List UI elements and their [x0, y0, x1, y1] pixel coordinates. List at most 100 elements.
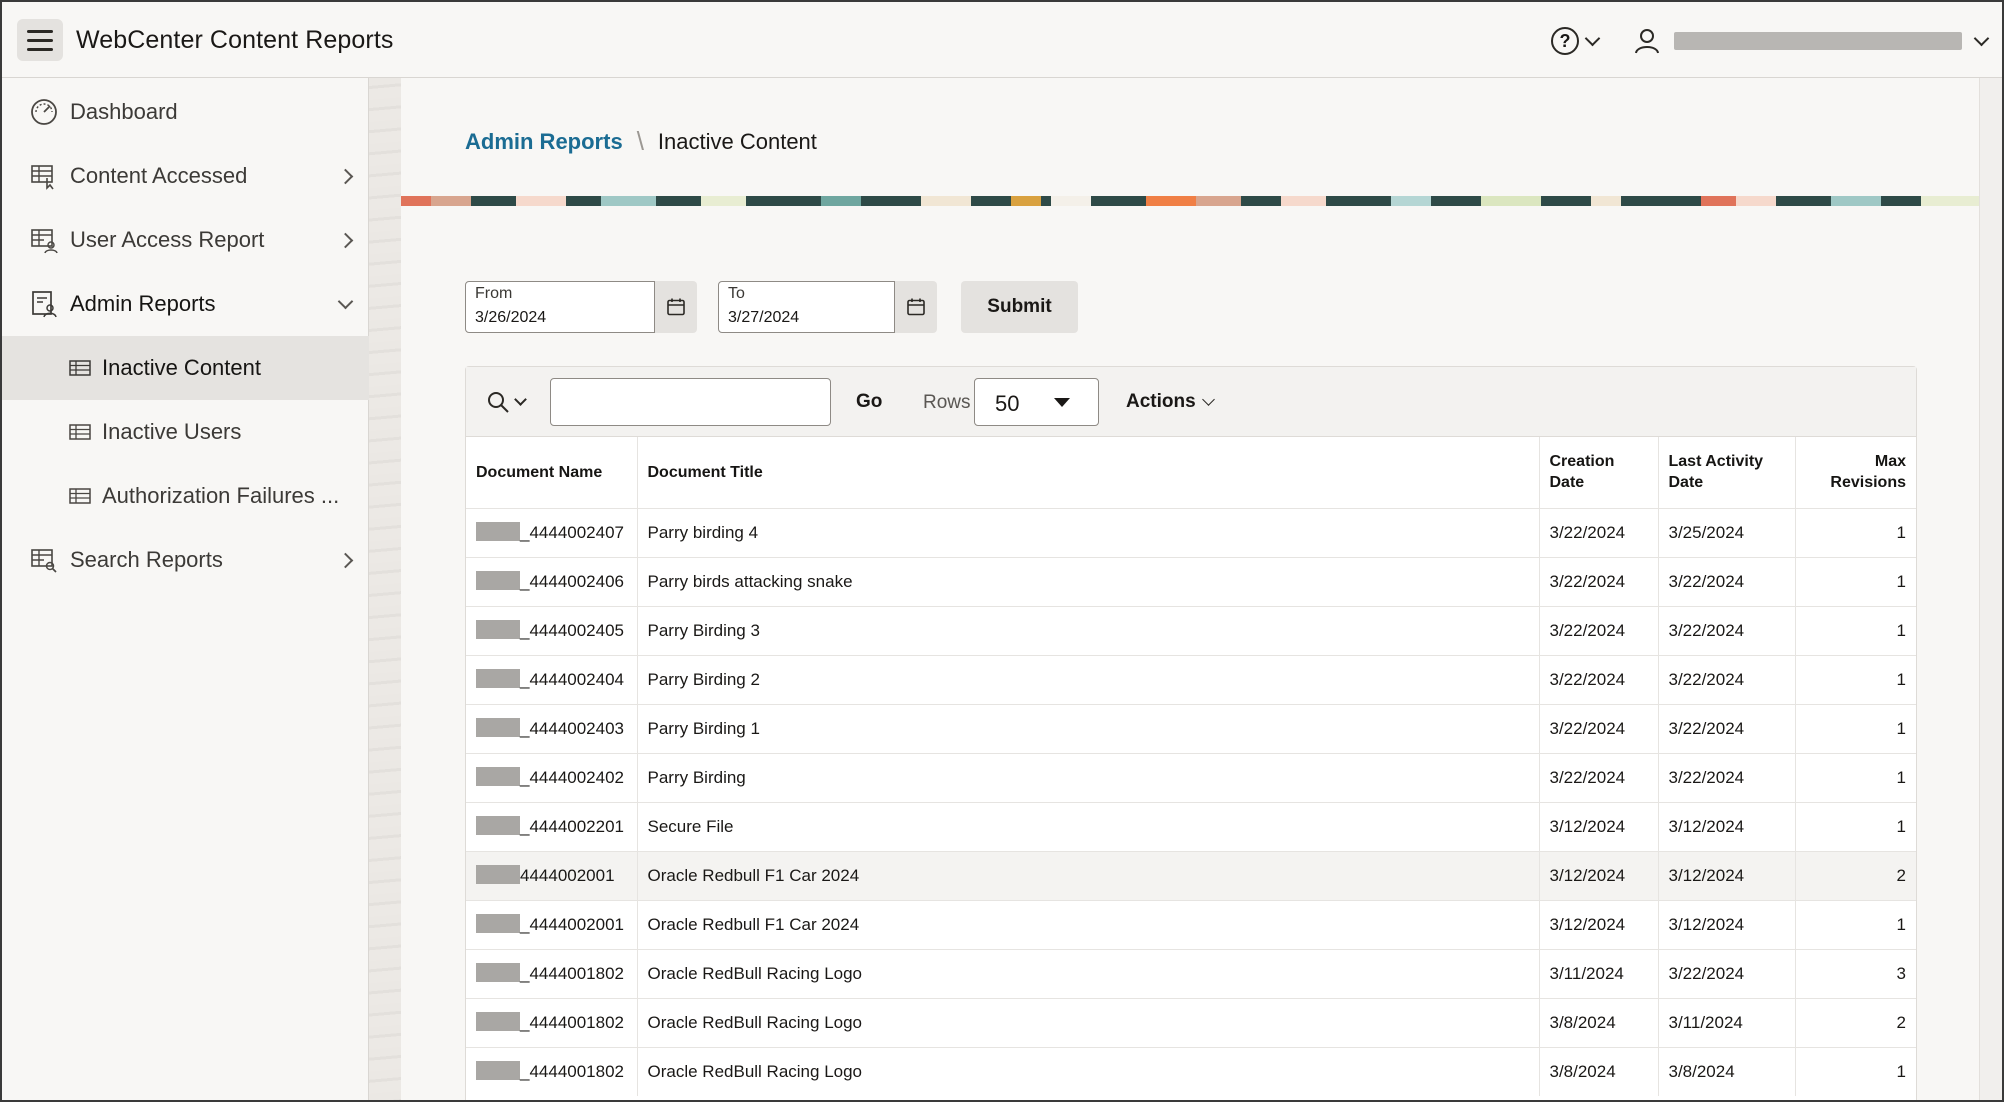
chevron-down-icon: [514, 392, 527, 406]
sidebar-item-inactive-users[interactable]: Inactive Users: [2, 400, 369, 464]
from-date-input[interactable]: From 3/26/2024: [465, 281, 655, 333]
table-row[interactable]: 4444002001 Oracle Redbull F1 Car 2024 3/12…: [466, 850, 1916, 900]
column-header-max-revisions[interactable]: Max Revisions: [1795, 437, 1916, 509]
document-name-text: _4444002405: [520, 621, 625, 640]
sidebar-item-dashboard[interactable]: Dashboard: [2, 80, 369, 144]
page-scrollbar[interactable]: [1979, 78, 2002, 1100]
menu-toggle-button[interactable]: [17, 19, 63, 61]
document-title-cell: Secure File: [637, 801, 1540, 851]
last-activity-date-cell: 3/22/2024: [1658, 948, 1796, 998]
table-row[interactable]: _4444001802 Oracle RedBull Racing Logo 3/1…: [466, 948, 1916, 998]
redacted-prefix: [476, 1012, 520, 1031]
table-row[interactable]: _4444002201 Secure File 3/12/2024 3/12/2024…: [466, 801, 1916, 851]
redacted-prefix: [476, 767, 520, 786]
rows-per-page-value: 50: [995, 391, 1020, 416]
column-header-creation-date[interactable]: Creation Date: [1539, 437, 1659, 509]
from-calendar-button[interactable]: [655, 281, 697, 333]
table-row[interactable]: _4444002407 Parry birding 4 3/22/2024 3/25/…: [466, 507, 1916, 557]
to-date-value: 3/27/2024: [728, 309, 800, 326]
document-name-cell: _4444001802: [466, 997, 638, 1047]
redacted-prefix: [476, 914, 520, 933]
document-title-cell: Parry birds attacking snake: [637, 556, 1540, 606]
go-button[interactable]: Go: [856, 391, 882, 413]
sidebar-item-label: Admin Reports: [70, 291, 216, 316]
document-name-text: _4444002201: [520, 817, 625, 836]
document-title-cell: Parry birding 4: [637, 507, 1540, 557]
column-header-last-activity-date[interactable]: Last Activity Date: [1658, 437, 1796, 509]
max-revisions-cell: 1: [1795, 899, 1916, 949]
table-row[interactable]: _4444002402 Parry Birding 3/22/2024 3/22/20…: [466, 752, 1916, 802]
redacted-prefix: [476, 522, 520, 541]
sidebar-item-user-access-report[interactable]: User Access Report: [2, 208, 369, 272]
decorative-banner: [401, 196, 1983, 206]
document-name-text: _4444002404: [520, 670, 625, 689]
sidebar-item-label: Inactive Content: [102, 355, 261, 380]
chevron-down-icon: [1201, 392, 1215, 406]
max-revisions-cell: 1: [1795, 556, 1916, 606]
user-menu-button[interactable]: [1634, 26, 1990, 56]
table-icon: [66, 482, 94, 510]
hamburger-icon-bar: [27, 47, 53, 51]
rows-per-page-select[interactable]: 50: [974, 378, 1099, 426]
creation-date-cell: 3/12/2024: [1539, 801, 1659, 851]
document-name-text: _4444002402: [520, 768, 625, 787]
sidebar-item-inactive-content[interactable]: Inactive Content: [2, 336, 369, 400]
sidebar-item-authorization-failures[interactable]: Authorization Failures ...: [2, 464, 369, 528]
search-icon: [488, 392, 509, 413]
actions-menu-button[interactable]: Actions: [1126, 391, 1215, 413]
app-header: WebCenter Content Reports ?: [2, 2, 2002, 78]
table-row[interactable]: _4444001802 Oracle RedBull Racing Logo 3/8…: [466, 997, 1916, 1047]
table-row[interactable]: _4444002405 Parry Birding 3 3/22/2024 3/22/…: [466, 605, 1916, 655]
table-row[interactable]: _4444002406 Parry birds attacking snake 3/…: [466, 556, 1916, 606]
submit-button[interactable]: Submit: [961, 281, 1078, 333]
table-row[interactable]: _4444001802 Oracle RedBull Racing Logo 3/8…: [466, 1046, 1916, 1096]
sidebar-nav: Dashboard Content Accessed User Access R…: [2, 78, 369, 1100]
redacted-prefix: [476, 865, 520, 884]
sidebar-item-search-reports[interactable]: Search Reports: [2, 528, 369, 592]
from-date-value: 3/26/2024: [475, 309, 547, 326]
table-row[interactable]: _4444002001 Oracle Redbull F1 Car 2024 3/1…: [466, 899, 1916, 949]
redacted-prefix: [476, 816, 520, 835]
to-date-input[interactable]: To 3/27/2024: [718, 281, 895, 333]
content-accessed-report-icon: [30, 162, 58, 190]
redacted-prefix: [476, 620, 520, 639]
column-header-document-name[interactable]: Document Name: [466, 437, 638, 509]
admin-reports-icon: [30, 290, 58, 318]
document-title-cell: Parry Birding 2: [637, 654, 1540, 704]
last-activity-date-cell: 3/11/2024: [1658, 997, 1796, 1047]
last-activity-date-cell: 3/12/2024: [1658, 850, 1796, 900]
max-revisions-cell: 1: [1795, 703, 1916, 753]
redacted-prefix: [476, 963, 520, 982]
sidebar-item-admin-reports[interactable]: Admin Reports: [2, 272, 369, 336]
redacted-prefix: [476, 571, 520, 590]
creation-date-cell: 3/22/2024: [1539, 507, 1659, 557]
help-menu-button[interactable]: ?: [1551, 26, 1613, 56]
redacted-prefix: [476, 1061, 520, 1081]
to-calendar-button[interactable]: [895, 281, 937, 333]
max-revisions-cell: 3: [1795, 948, 1916, 998]
table-row[interactable]: _4444002403 Parry Birding 1 3/22/2024 3/22/…: [466, 703, 1916, 753]
last-activity-date-cell: 3/22/2024: [1658, 752, 1796, 802]
to-date-label: To: [728, 285, 745, 302]
breadcrumb-link-admin-reports[interactable]: Admin Reports: [465, 129, 623, 155]
document-title-cell: Oracle Redbull F1 Car 2024: [637, 899, 1540, 949]
last-activity-date-cell: 3/12/2024: [1658, 801, 1796, 851]
document-name-cell: _4444002404: [466, 654, 638, 704]
table-icon: [66, 418, 94, 446]
document-title-cell: Oracle Redbull F1 Car 2024: [637, 850, 1540, 900]
caret-down-icon: [1054, 398, 1070, 407]
chevron-down-icon: [337, 293, 354, 309]
calendar-icon: [667, 298, 685, 316]
sidebar-item-content-accessed[interactable]: Content Accessed: [2, 144, 369, 208]
creation-date-cell: 3/22/2024: [1539, 654, 1659, 704]
document-name-text: _4444001802: [520, 1013, 625, 1032]
search-column-menu-button[interactable]: [486, 390, 527, 414]
table-row[interactable]: _4444002404 Parry Birding 2 3/22/2024 3/22/…: [466, 654, 1916, 704]
search-input[interactable]: [550, 378, 831, 426]
user-icon: [1635, 29, 1659, 54]
hamburger-icon-bar: [27, 38, 53, 42]
decorative-pattern-strip: [369, 78, 401, 1100]
column-header-document-title[interactable]: Document Title: [637, 437, 1540, 509]
report-toolbar: Go Rows 50 Actions: [466, 367, 1916, 437]
document-title-cell: Parry Birding 1: [637, 703, 1540, 753]
